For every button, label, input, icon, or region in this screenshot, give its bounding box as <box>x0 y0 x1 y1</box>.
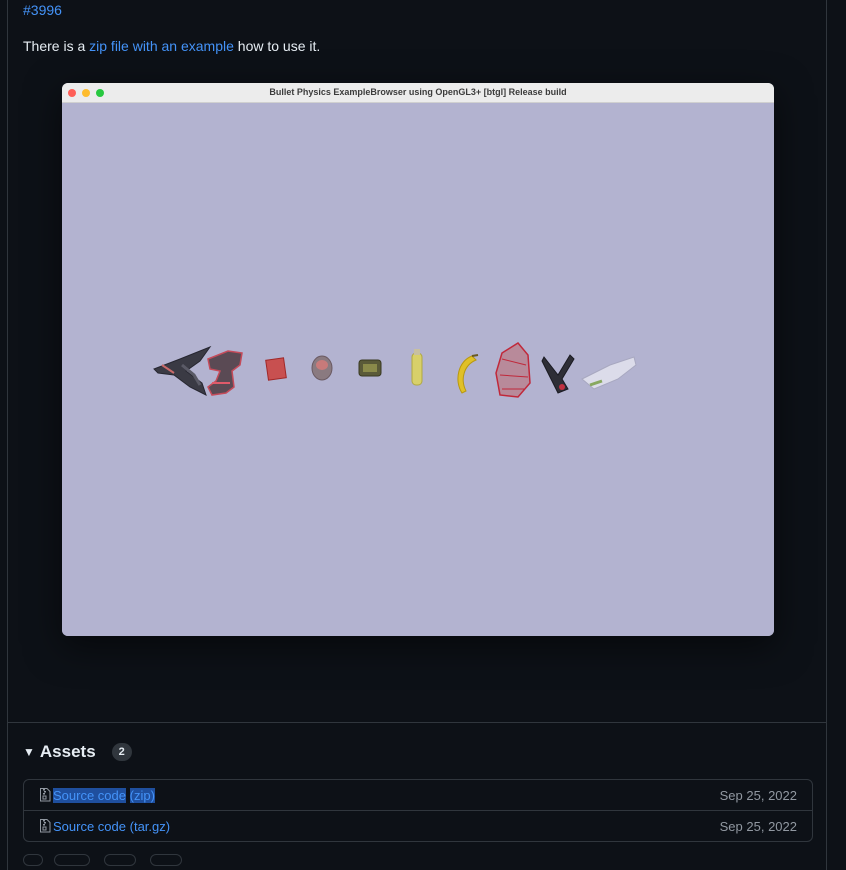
sponge-object <box>358 359 382 377</box>
collapse-triangle-icon[interactable]: ▼ <box>23 745 35 759</box>
banana-object <box>457 354 479 394</box>
asset-name-main: Source code <box>53 787 126 803</box>
screenshot-window: Bullet Physics ExampleBrowser using Open… <box>62 83 774 636</box>
tray-object <box>581 356 637 390</box>
asset-date: Sep 25, 2022 <box>719 818 797 834</box>
render-viewport <box>62 103 774 636</box>
reaction-button[interactable] <box>54 854 90 866</box>
can-object <box>311 355 333 381</box>
window-title: Bullet Physics ExampleBrowser using Open… <box>269 87 567 97</box>
asset-link-zip[interactable]: Source code (zip) <box>53 787 155 803</box>
issue-link[interactable]: #3996 <box>23 2 62 18</box>
asset-row: Source code (zip) Sep 25, 2022 <box>24 780 812 811</box>
asset-name-ext: (zip) <box>129 787 155 803</box>
reaction-button[interactable] <box>150 854 182 866</box>
assets-list: Source code (zip) Sep 25, 2022 Source co… <box>23 779 813 842</box>
window-titlebar: Bullet Physics ExampleBrowser using Open… <box>62 83 774 103</box>
description-text-before: There is a <box>23 38 90 54</box>
asset-date: Sep 25, 2022 <box>719 787 797 803</box>
render-scene <box>153 342 637 398</box>
zip-example-link[interactable]: zip file with an example <box>89 38 234 54</box>
reaction-button[interactable] <box>23 854 43 866</box>
drill-object <box>207 350 243 396</box>
assets-count-badge: 2 <box>111 743 132 761</box>
reaction-button[interactable] <box>104 854 136 866</box>
clamp-object <box>153 345 212 396</box>
section-divider <box>8 722 826 723</box>
file-zip-icon <box>40 819 51 833</box>
release-description: There is a zip file with an example how … <box>23 38 320 54</box>
bottle-object <box>411 349 423 386</box>
asset-link-targz[interactable]: Source code (tar.gz) <box>53 819 170 834</box>
red-box-object <box>265 357 287 381</box>
asset-name-ext: (tar.gz) <box>129 818 171 834</box>
scissors-object <box>541 354 575 394</box>
file-zip-icon <box>40 788 51 802</box>
assets-title: Assets <box>39 742 96 761</box>
description-text-after: how to use it. <box>233 38 321 54</box>
asset-row: Source code (tar.gz) Sep 25, 2022 <box>24 811 812 841</box>
asset-name-main: Source code <box>53 818 126 834</box>
assets-header[interactable]: ▼ Assets 2 <box>23 742 132 762</box>
pitcher-object <box>495 342 531 398</box>
